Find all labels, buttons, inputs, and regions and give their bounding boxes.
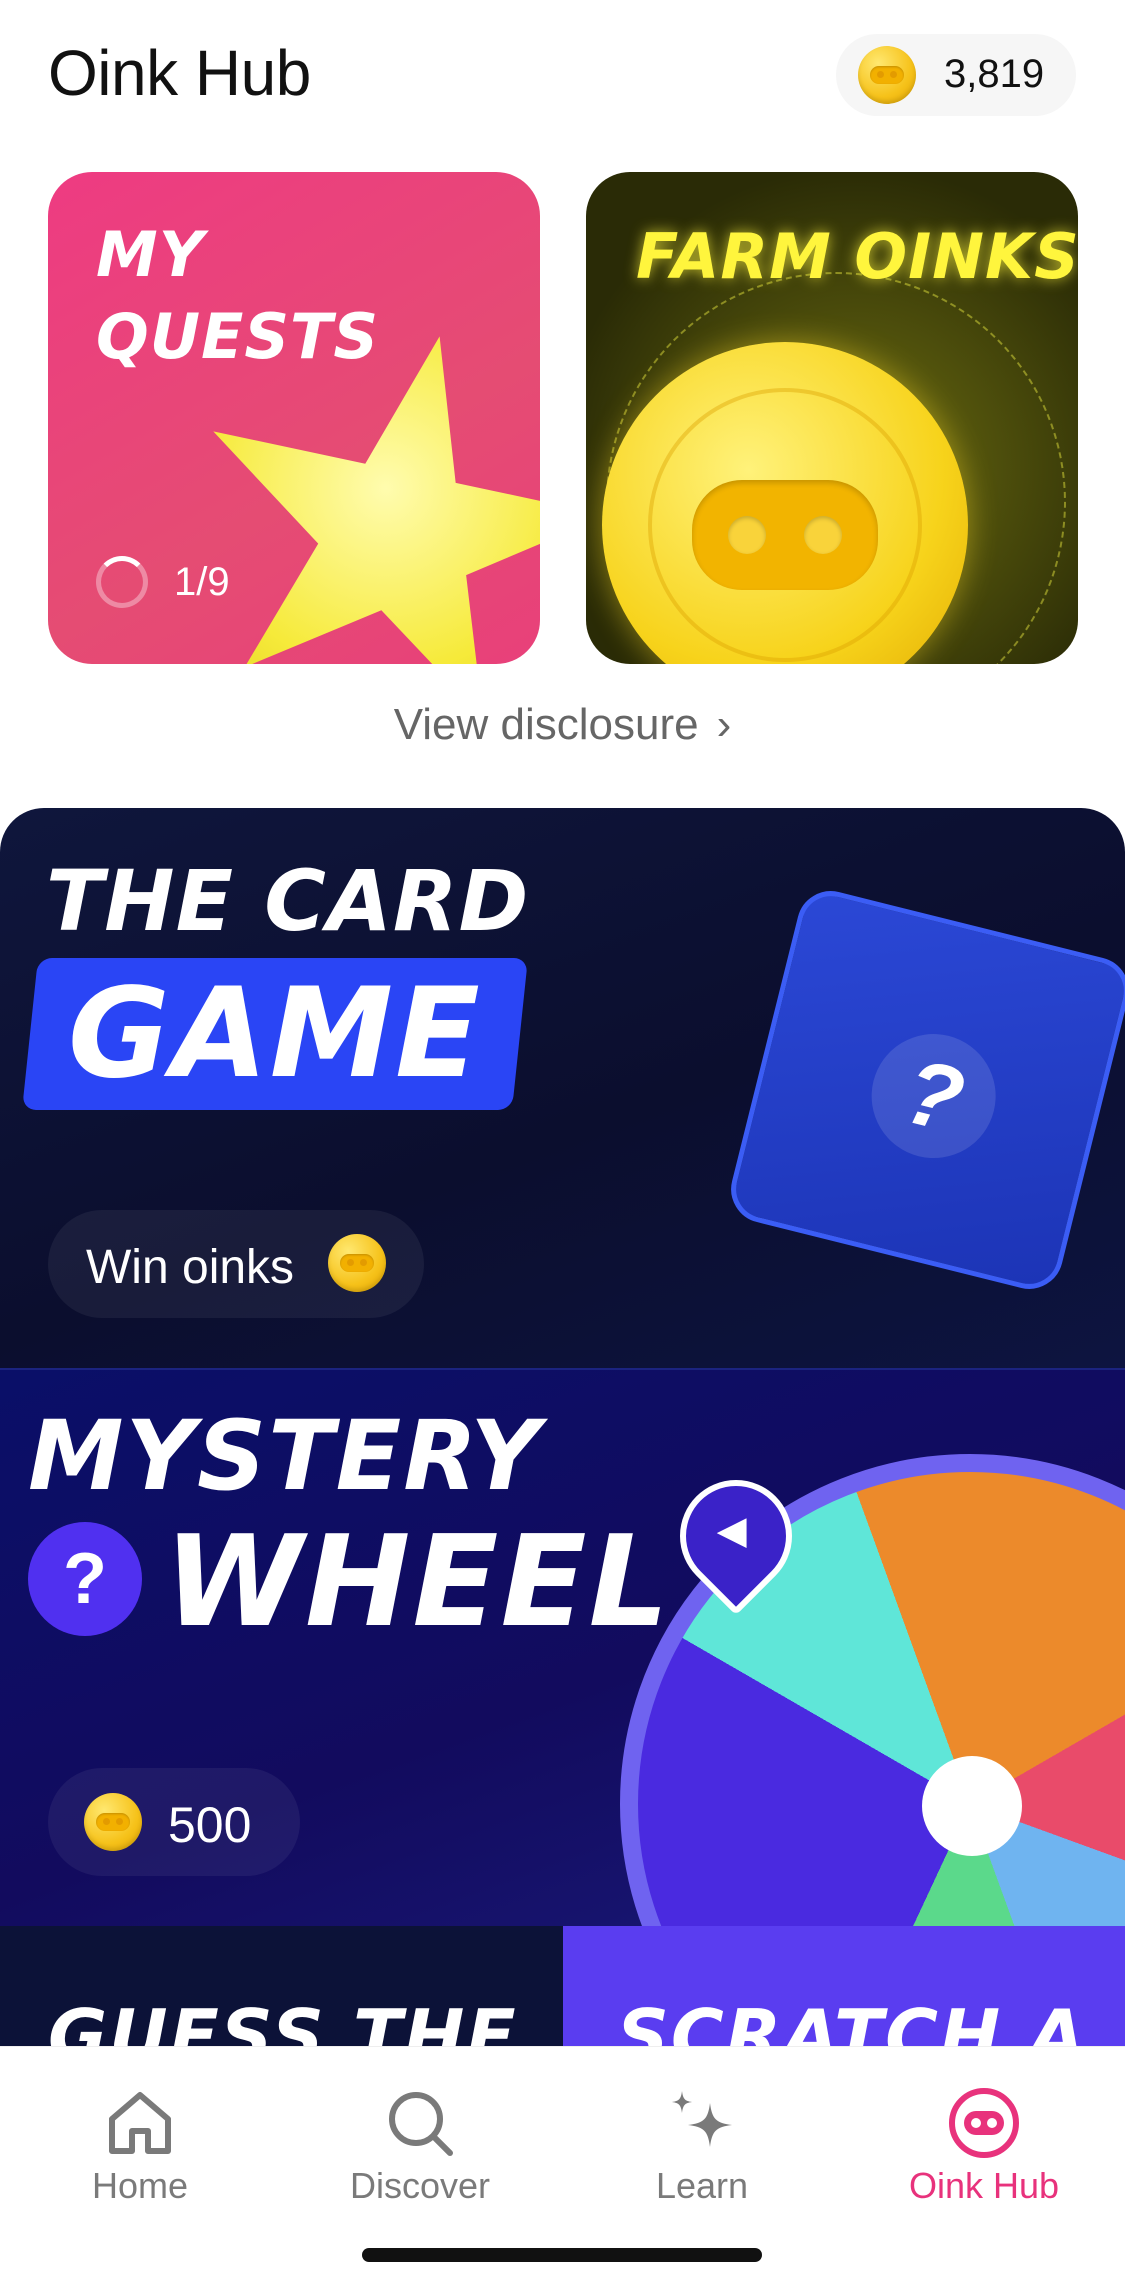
tab-oink-hub-label: Oink Hub: [908, 2165, 1060, 2206]
oink-coin-icon: [858, 46, 916, 104]
my-quests-label: MY QUESTS: [96, 214, 379, 378]
card-game-title-line2: GAME: [68, 962, 482, 1106]
search-icon: [389, 2092, 453, 2156]
my-quests-label-line1: MY: [96, 218, 205, 291]
header: Oink Hub 3,819: [0, 0, 1125, 150]
my-quests-tile[interactable]: MY QUESTS 1/9: [48, 172, 540, 664]
oink-balance[interactable]: 3,819: [836, 34, 1076, 116]
question-badge-icon: ?: [28, 1522, 142, 1636]
oink-coin-icon: [84, 1793, 142, 1851]
wheel-cost-pill: 500: [48, 1768, 300, 1876]
tab-learn[interactable]: Learn: [602, 2067, 802, 2217]
view-disclosure-label: View disclosure: [393, 700, 699, 749]
guess-the-tile[interactable]: GUESS THE: [0, 1926, 563, 2046]
mystery-wheel-title-line2: WHEEL: [164, 1508, 671, 1655]
tab-discover-label: Discover: [349, 2165, 491, 2206]
pig-snout-icon: [949, 2088, 1019, 2158]
tab-home-label: Home: [91, 2165, 189, 2206]
quest-progress: 1/9: [174, 560, 230, 604]
scratch-a-tile[interactable]: SCRATCH A: [563, 1926, 1125, 2046]
wheel-hub: [922, 1756, 1022, 1856]
chevron-right-icon: ›: [716, 700, 732, 749]
quest-progress-ring-icon: [96, 556, 148, 608]
question-mark-icon: ?: [858, 1020, 1009, 1172]
scratch-a-label: SCRATCH A: [617, 1994, 1087, 2046]
tab-learn-label: Learn: [655, 2165, 749, 2206]
oink-coin-icon: [328, 1234, 386, 1292]
guess-the-label: GUESS THE: [48, 1994, 518, 2046]
farm-oinks-tile[interactable]: FARM OINKS: [586, 172, 1078, 664]
home-icon: [109, 2092, 171, 2154]
tab-discover[interactable]: Discover: [320, 2067, 520, 2217]
home-indicator[interactable]: [362, 2248, 762, 2262]
my-quests-label-line2: QUESTS: [96, 300, 380, 373]
balance-count: 3,819: [944, 52, 1045, 96]
win-oinks-pill: Win oinks: [48, 1210, 424, 1318]
view-disclosure-link[interactable]: View disclosure ›: [0, 700, 1125, 750]
page-title: Oink Hub: [48, 37, 311, 109]
mystery-wheel-title-line1: MYSTERY: [28, 1400, 542, 1512]
farm-oinks-label: FARM OINKS: [636, 220, 1078, 293]
wheel-cost: 500: [168, 1797, 252, 1853]
card-game-title-line1: THE CARD: [46, 852, 530, 950]
win-oinks-label: Win oinks: [86, 1241, 295, 1294]
tab-oink-hub[interactable]: Oink Hub: [884, 2067, 1084, 2217]
tab-home[interactable]: Home: [40, 2067, 240, 2217]
sparkle-icon: [672, 2091, 732, 2147]
